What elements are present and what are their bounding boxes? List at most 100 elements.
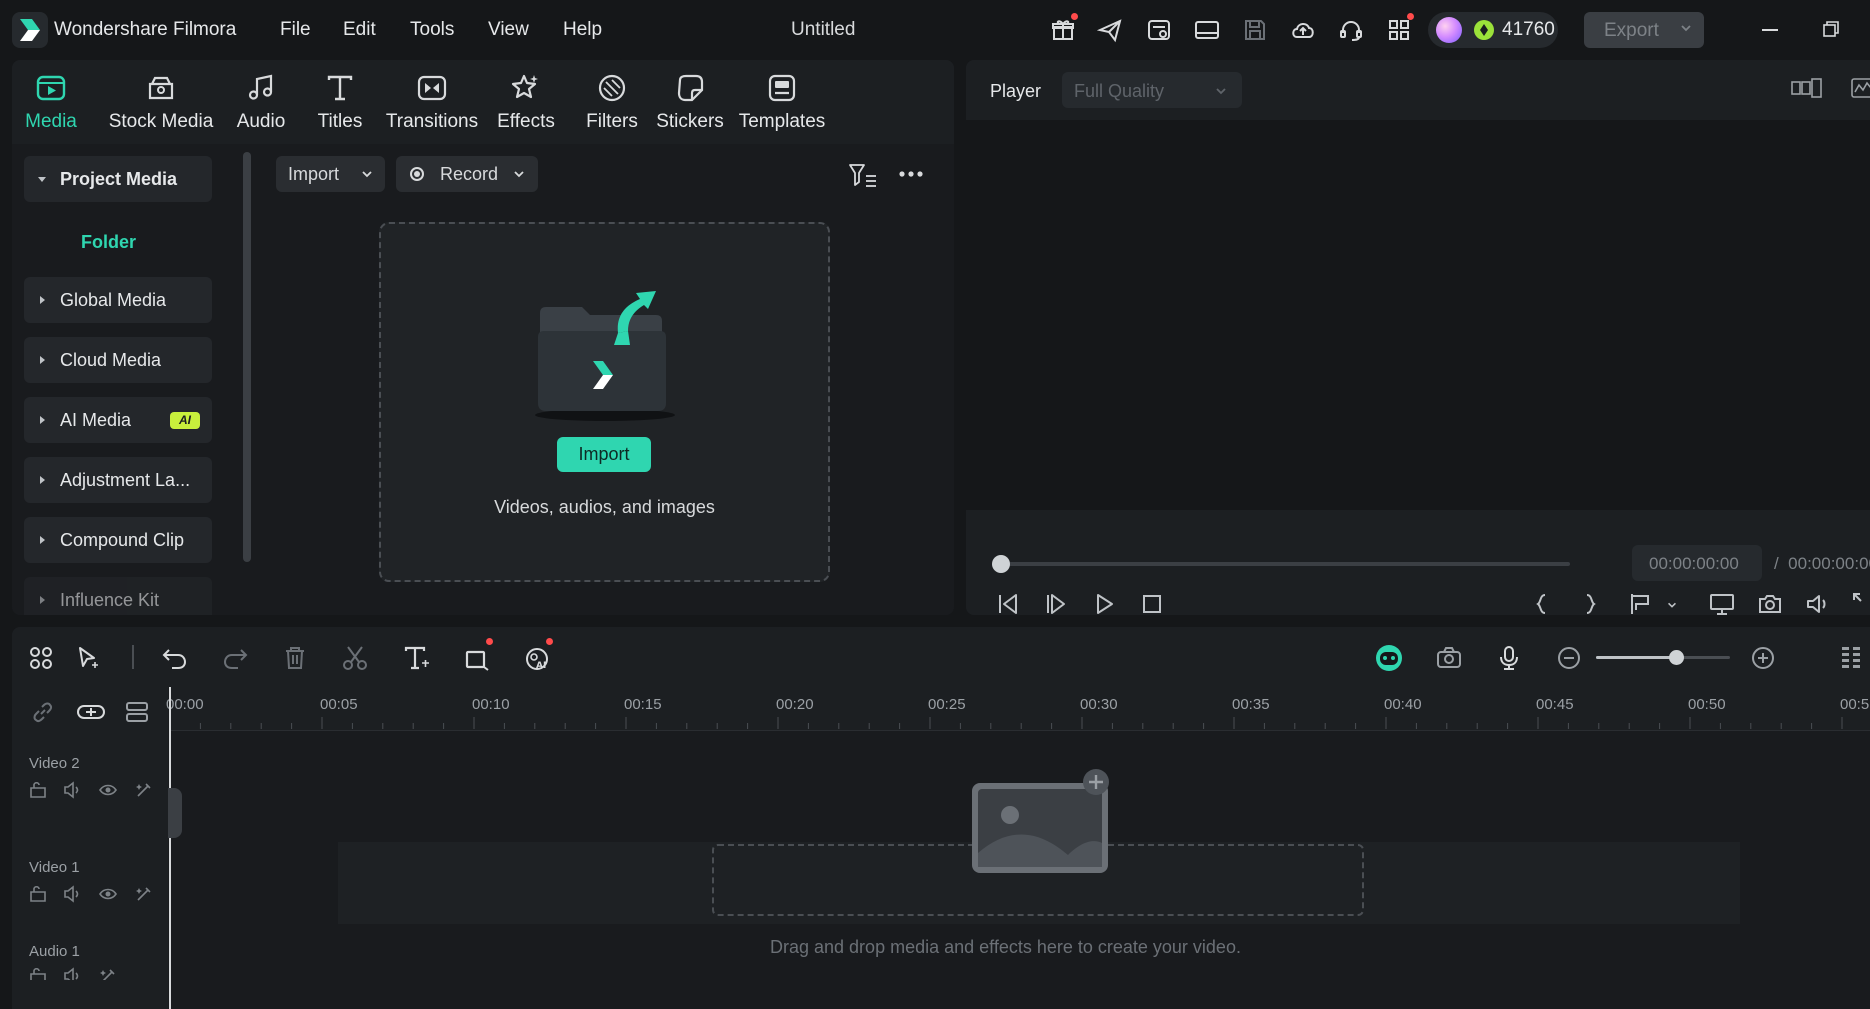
tab-titles[interactable]: Titles [312, 60, 368, 144]
headset-icon[interactable] [1336, 15, 1366, 45]
cloud-upload-icon[interactable] [1288, 15, 1318, 45]
visibility-icon[interactable] [98, 884, 118, 904]
mute-track-icon[interactable] [62, 780, 82, 800]
nav-global-media[interactable]: Global Media [24, 277, 212, 323]
lock-track-icon[interactable] [28, 884, 48, 904]
fullscreen-icon[interactable] [1850, 590, 1870, 615]
undo-icon[interactable] [160, 643, 190, 673]
video-preview[interactable] [966, 120, 1870, 510]
next-frame-icon[interactable] [1042, 590, 1070, 615]
time-ruler[interactable]: 00:00 00:05 00:10 00:15 00:20 00:25 00:3… [166, 687, 1870, 731]
split-icon[interactable] [340, 643, 370, 673]
snapshot-icon[interactable] [1756, 590, 1784, 615]
notification-dot [1407, 13, 1414, 20]
menu-file[interactable]: File [280, 19, 311, 41]
tab-templates[interactable]: Templates [732, 60, 832, 144]
ruler-label: 00:30 [1080, 696, 1118, 713]
import-button[interactable]: Import [557, 437, 651, 472]
select-tool-icon[interactable] [74, 643, 104, 673]
menu-tools[interactable]: Tools [410, 19, 454, 41]
playback-progress-track[interactable] [1002, 562, 1570, 566]
nav-cloud-media[interactable]: Cloud Media [24, 337, 212, 383]
timeline-settings-icon[interactable] [1836, 643, 1866, 673]
playback-progress-knob[interactable] [992, 555, 1010, 573]
restore-window-button[interactable] [1823, 21, 1839, 37]
lock-track-icon[interactable] [28, 966, 48, 980]
track-label-audio-1: Audio 1 [29, 943, 80, 960]
waveform-monitor-icon[interactable] [1850, 76, 1870, 100]
nav-label: Compound Clip [60, 530, 185, 550]
add-media-placeholder-icon[interactable] [968, 767, 1116, 877]
ruler-label: 00:05 [320, 696, 358, 713]
tab-audio[interactable]: Audio [230, 60, 292, 144]
minimize-button[interactable] [1762, 29, 1778, 31]
tab-filters[interactable]: Filters [578, 60, 646, 144]
tab-stickers[interactable]: Stickers [652, 60, 728, 144]
send-icon[interactable] [1095, 15, 1125, 45]
display-settings-icon[interactable] [1708, 590, 1736, 615]
zoom-in-icon[interactable] [1748, 643, 1778, 673]
microphone-icon[interactable] [1494, 643, 1524, 673]
tab-media[interactable]: Media [22, 60, 80, 144]
marker-icon[interactable] [1626, 590, 1654, 615]
nav-ai-media[interactable]: AI Media AI [24, 397, 212, 443]
visibility-icon[interactable] [98, 780, 118, 800]
text-tool-icon[interactable] [402, 643, 432, 673]
volume-icon[interactable] [1804, 590, 1832, 615]
player-panel: Player Full Quality 00:00:00:00 / 00:00:… [966, 60, 1870, 615]
ai-tools-icon[interactable]: AI [522, 643, 552, 673]
nav-label: Influence Kit [60, 590, 160, 610]
menu-help[interactable]: Help [563, 19, 602, 41]
record-dropdown[interactable]: Record [396, 156, 538, 192]
nav-influence-kit[interactable]: Influence Kit [24, 577, 212, 615]
mute-track-icon[interactable] [62, 966, 82, 980]
stop-icon[interactable] [1138, 590, 1166, 615]
mute-track-icon[interactable] [62, 884, 82, 904]
mark-out-icon[interactable] [1576, 590, 1604, 615]
nav-adjustment-layer[interactable]: Adjustment La... [24, 457, 212, 503]
redo-icon[interactable] [220, 643, 250, 673]
previous-frame-icon[interactable] [994, 590, 1022, 615]
quality-select[interactable]: Full Quality [1062, 72, 1242, 108]
nav-scrollbar[interactable] [243, 152, 251, 562]
tab-transitions[interactable]: Transitions [384, 60, 480, 144]
save-icon[interactable] [1240, 15, 1270, 45]
nav-folder[interactable]: Folder [81, 232, 136, 253]
add-track-icon[interactable] [76, 699, 106, 725]
auto-enhance-icon[interactable] [134, 780, 154, 800]
filter-sort-icon[interactable] [848, 162, 878, 188]
grid-view-icon[interactable] [1790, 76, 1822, 100]
layout-grid-icon[interactable] [26, 643, 56, 673]
caret-right-icon [40, 356, 45, 364]
track-manager-icon[interactable] [124, 699, 150, 725]
auto-enhance-icon[interactable] [134, 884, 154, 904]
more-options-icon[interactable] [898, 170, 924, 178]
zoom-slider-knob[interactable] [1669, 650, 1684, 665]
quality-value: Full Quality [1074, 81, 1165, 101]
auto-enhance-icon[interactable] [98, 966, 118, 980]
delete-icon[interactable] [280, 643, 310, 673]
chevron-down-icon[interactable] [1666, 599, 1678, 611]
tasks-icon[interactable] [1144, 15, 1174, 45]
app-name: Wondershare Filmora [54, 19, 237, 40]
ai-assistant-icon[interactable] [1374, 643, 1404, 673]
export-button[interactable]: Export [1584, 12, 1704, 48]
playhead[interactable] [169, 687, 171, 1009]
menu-edit[interactable]: Edit [343, 19, 376, 41]
link-icon[interactable] [30, 699, 56, 725]
lock-track-icon[interactable] [28, 780, 48, 800]
nav-project-media[interactable]: Project Media [24, 156, 212, 202]
layout-icon[interactable] [1192, 15, 1222, 45]
avatar[interactable] [1436, 17, 1462, 43]
crop-icon[interactable] [462, 643, 492, 673]
menu-view[interactable]: View [488, 19, 529, 41]
mark-in-icon[interactable] [1528, 590, 1556, 615]
track-resize-handle[interactable] [168, 788, 182, 838]
zoom-out-icon[interactable] [1554, 643, 1584, 673]
import-dropdown[interactable]: Import [276, 156, 385, 192]
tab-stock-media[interactable]: Stock Media [108, 60, 214, 144]
tab-effects[interactable]: Effects [492, 60, 560, 144]
play-icon[interactable] [1090, 590, 1118, 615]
auto-reframe-icon[interactable] [1434, 643, 1464, 673]
nav-compound-clip[interactable]: Compound Clip [24, 517, 212, 563]
